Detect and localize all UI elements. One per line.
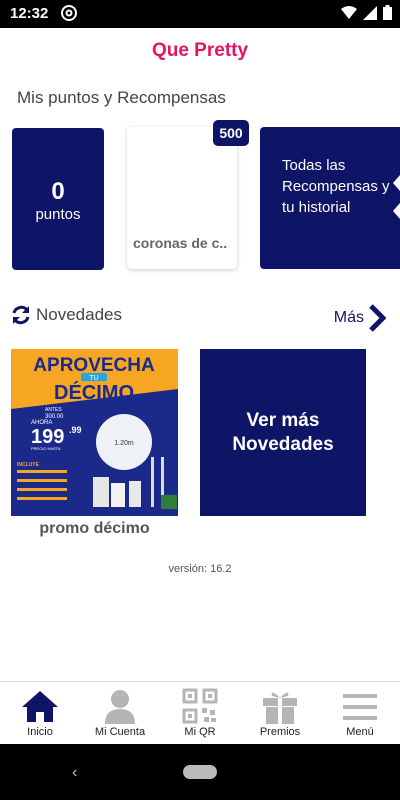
promo-poster-graphic: APROVECHA TU DÉCIMO ANTES 300.00 AHORA 1… (11, 349, 178, 516)
nav-item-mi-qr[interactable]: Mi QR (160, 682, 240, 744)
nav-item-premios[interactable]: Premios (240, 682, 320, 744)
promo-price-dec: .99 (69, 425, 82, 435)
promo-price-int: 199 (31, 426, 64, 448)
status-time: 12:32 (10, 5, 49, 22)
rewards-section-title: Mis puntos y Recompensas (17, 88, 226, 107)
promo-caption: promo décimo (39, 520, 150, 537)
nav-label: Inicio (27, 726, 53, 738)
all-rewards-label: Todas las Recompensas y tu historial (282, 157, 390, 216)
refresh-icon[interactable] (10, 304, 32, 326)
promo-price-note: PRECIO HASTA (31, 446, 61, 451)
reward-points-badge: 500 (213, 120, 249, 146)
system-nav-bar: ‹ (0, 744, 400, 800)
all-rewards-card[interactable]: Todas las Recompensas y tu historial (260, 127, 400, 269)
promo-antes: ANTES (45, 407, 62, 413)
more-label: Más (333, 309, 364, 326)
promo-image[interactable]: APROVECHA TU DÉCIMO ANTES 300.00 AHORA 1… (11, 349, 178, 516)
wifi-icon (341, 5, 357, 19)
app-title: Que Pretty (151, 40, 249, 61)
points-value: 0 (51, 178, 65, 205)
signal-icon (363, 5, 377, 20)
news-header: Novedades (10, 304, 122, 326)
news-title: Novedades (36, 305, 123, 324)
at-sign-icon (61, 5, 77, 21)
reward-card-label: coronas de c.. (133, 235, 228, 251)
home-pill[interactable] (183, 765, 217, 779)
home-icon (22, 691, 58, 722)
qr-icon (182, 688, 218, 724)
nav-label: Premios (259, 726, 301, 738)
nav-item-menu[interactable]: Menú (320, 682, 400, 744)
more-news-link[interactable]: Más (334, 303, 386, 333)
chevron-right-icon (369, 304, 386, 332)
points-label: puntos (35, 206, 81, 223)
status-bar: 12:32 (0, 0, 400, 28)
back-icon[interactable]: ‹ (72, 764, 77, 782)
user-icon (105, 690, 135, 724)
points-card[interactable]: 0 puntos (12, 128, 104, 270)
more-news-card[interactable]: Ver más Novedades (200, 349, 366, 516)
nav-item-inicio[interactable]: Inicio (0, 682, 80, 744)
nav-label: Mi QR (184, 726, 216, 738)
promo-size: 1.20m (114, 440, 134, 447)
promo-incluye: INCLUYE (17, 462, 40, 468)
nav-item-mi-cuenta[interactable]: Mi Cuenta (80, 682, 160, 744)
ticket-notch (393, 203, 400, 219)
app-version: versión: 16.2 (168, 563, 232, 575)
more-news-label: Ver más Novedades (232, 410, 334, 455)
promo-line1: APROVECHA (33, 355, 155, 376)
ticket-notch (393, 175, 400, 191)
promo-line2: DÉCIMO (54, 381, 134, 404)
promo-tag: TU (89, 375, 98, 382)
gift-icon (263, 692, 297, 724)
battery-icon (383, 5, 392, 20)
nav-label: Mi Cuenta (94, 726, 146, 738)
menu-icon (343, 694, 377, 720)
reward-card-coronas[interactable]: coronas de c.. (127, 127, 237, 269)
nav-label: Menú (346, 726, 374, 738)
bottom-nav: Inicio Mi Cuenta Mi QR Premios Menú (0, 681, 400, 744)
